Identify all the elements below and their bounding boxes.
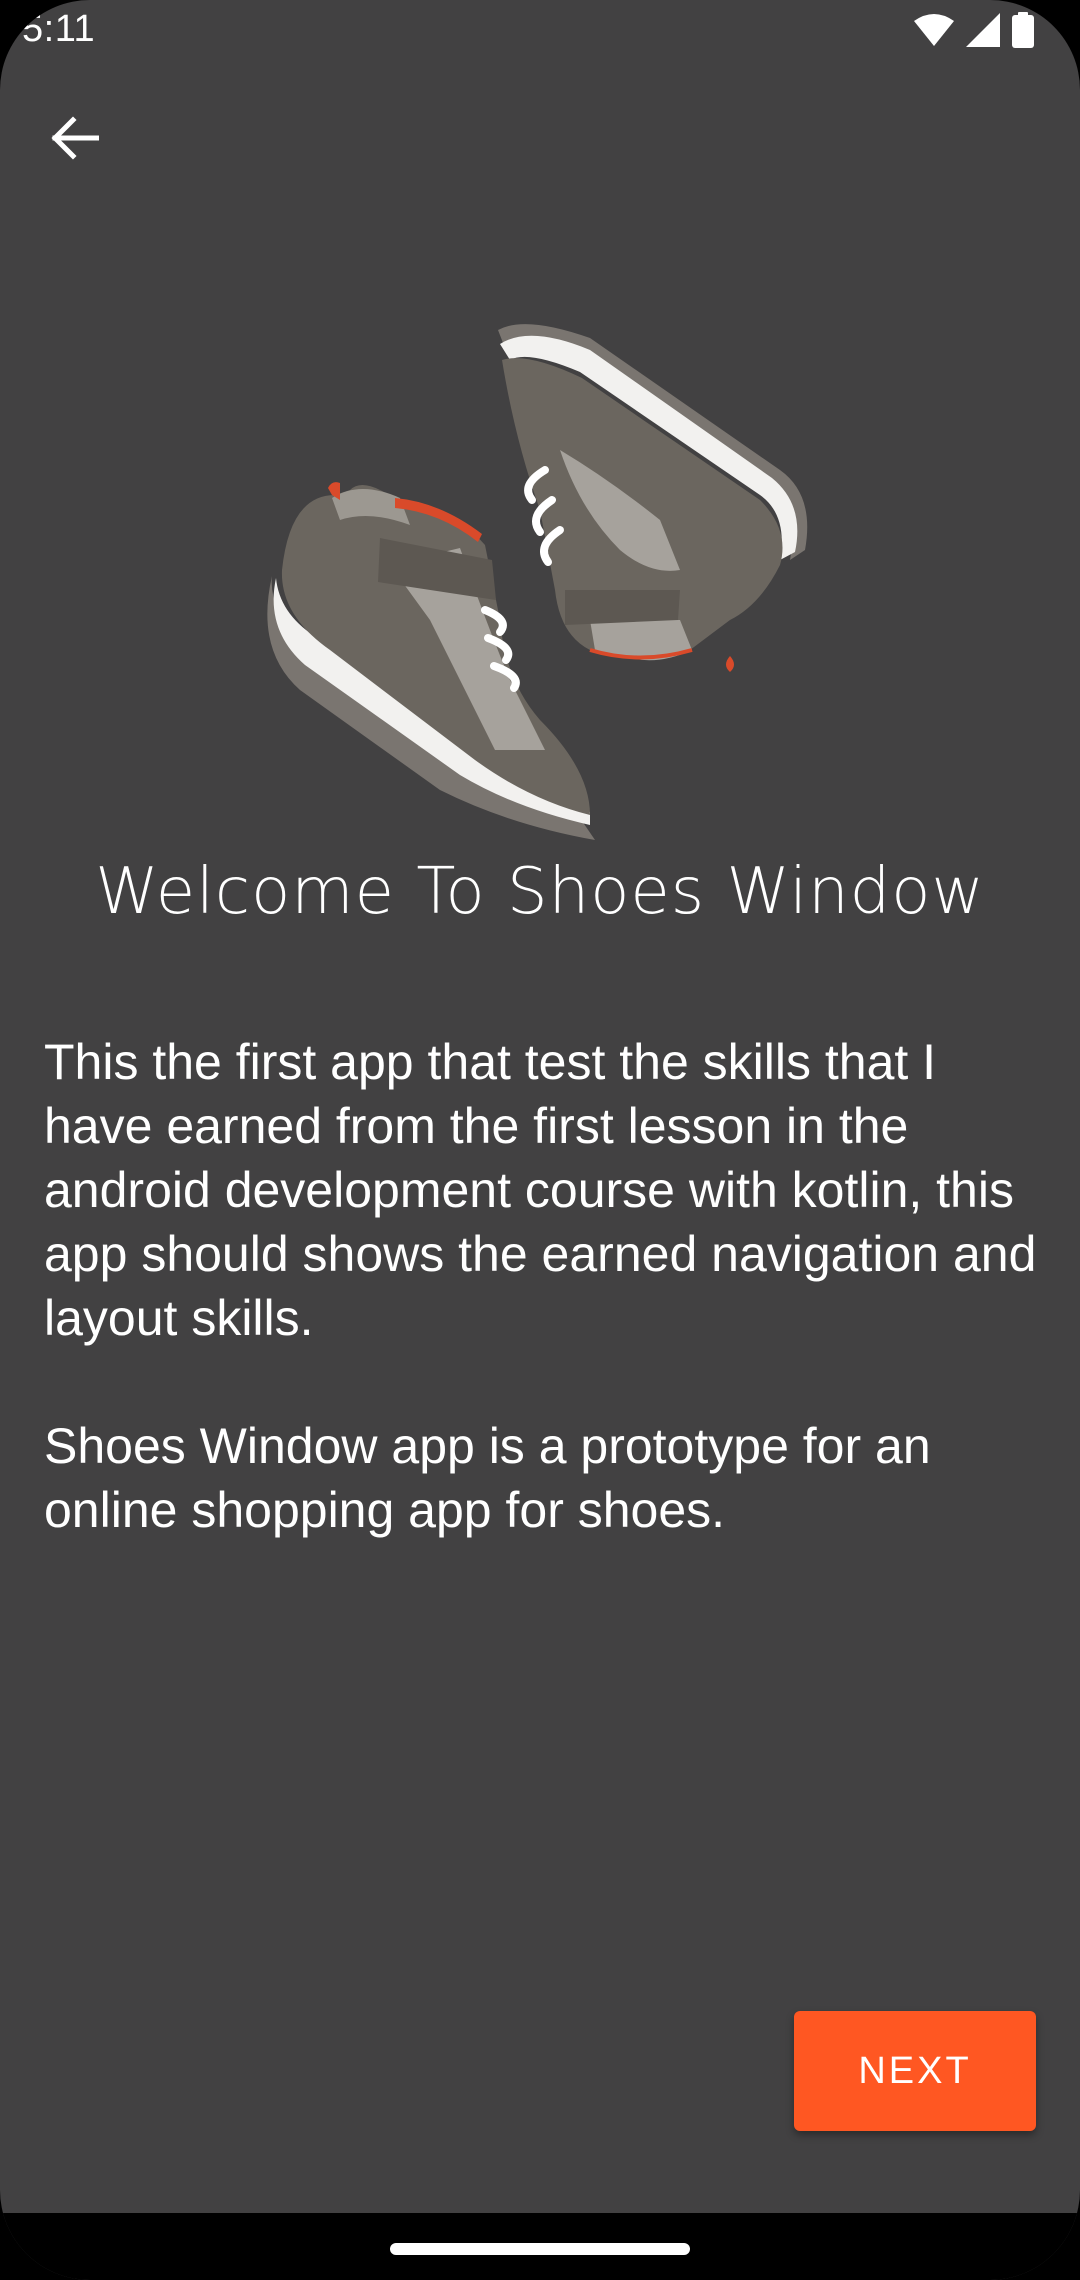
arrow-back-icon [49, 115, 100, 165]
right-shoe [498, 324, 808, 672]
signal-icon [966, 12, 1000, 52]
wifi-icon [914, 13, 954, 52]
status-bar: 5:11 [0, 0, 1080, 66]
description-paragraph-2: Shoes Window app is a prototype for an o… [44, 1418, 931, 1538]
battery-icon [1012, 11, 1034, 53]
next-button[interactable]: NEXT [794, 2011, 1036, 2131]
welcome-title-text: Welcome To Shoes Window [95, 855, 985, 929]
status-icons [914, 11, 1034, 53]
welcome-title: Welcome To Shoes Window [0, 855, 1080, 929]
app-description: This the first app that test the skills … [44, 1030, 1044, 1606]
home-indicator[interactable] [390, 2243, 690, 2255]
description-paragraph-1: This the first app that test the skills … [44, 1034, 1037, 1346]
status-time: 5:11 [22, 8, 96, 50]
sneakers-illustration [260, 320, 830, 840]
back-button[interactable] [34, 100, 114, 180]
welcome-screen: 5:11 Welcome To Shoes Window This the fi… [0, 0, 1080, 2280]
